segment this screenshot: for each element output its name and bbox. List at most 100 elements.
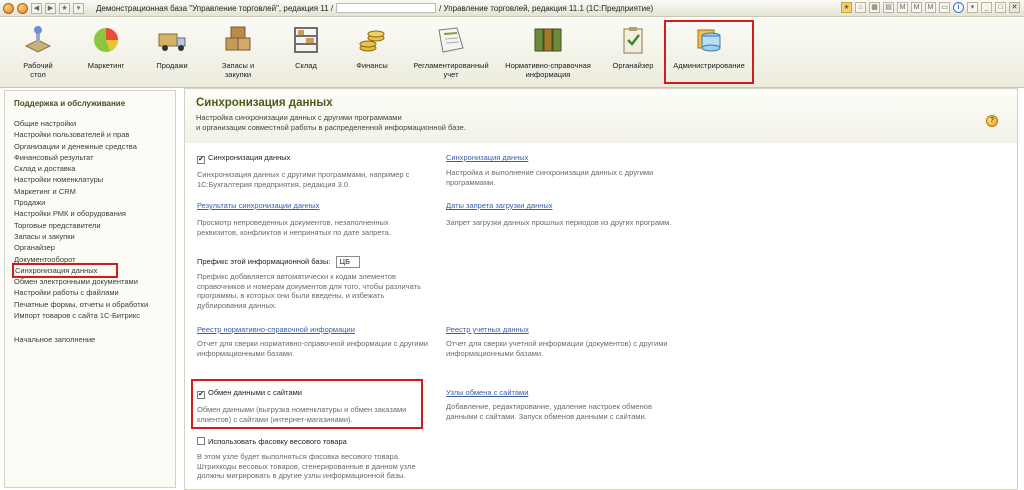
section-warehouse[interactable]: Склад: [282, 24, 330, 70]
prefix-row: Префикс этой информационной базы: ЦБ: [197, 256, 437, 268]
nav-item-data-sync[interactable]: Синхронизация данных: [12, 262, 118, 279]
window-icon[interactable]: ▭: [939, 2, 950, 13]
section-administration[interactable]: Администрирование: [664, 20, 754, 84]
minimize-icon[interactable]: _: [981, 2, 992, 13]
text-line: дублирования данных.: [197, 300, 277, 310]
forward-icon[interactable]: ▶: [45, 2, 56, 14]
prefix-description: Префикс добавляется автоматически к кода…: [197, 272, 437, 310]
text-line: Добавление, редактирование, удаление нас…: [446, 402, 652, 411]
weight-packaging-description: В этом узле будет выполняться фасовка ве…: [197, 452, 437, 481]
section-desktop[interactable]: Рабочий стол: [14, 24, 62, 79]
calendar-icon[interactable]: ▦: [869, 2, 880, 13]
nav-item-nomenclature[interactable]: Настройки номенклатуры: [14, 174, 175, 185]
text-line: информационными базами.: [197, 348, 295, 358]
nav-item-initial-fill[interactable]: Начальное заполнение: [14, 335, 175, 344]
sections-panel: Рабочий стол Маркетинг Продажи Запасы и …: [0, 18, 1024, 88]
info-icon[interactable]: i: [953, 2, 964, 13]
acc-register-block: Реестр учетных данных Отчет для сверки у…: [446, 325, 706, 358]
sync-link-description: Настройка и выполнение синхронизации дан…: [446, 168, 706, 187]
text-line: информационными базами.: [446, 348, 544, 358]
text-line: Настройка и выполнение синхронизации дан…: [446, 168, 654, 177]
sync-checkbox[interactable]: ✔: [197, 156, 205, 164]
nav-item-trade-reps[interactable]: Торговые представители: [14, 220, 175, 231]
database-icon: [693, 24, 725, 56]
section-reference-info[interactable]: Нормативно-справочная информация: [500, 24, 596, 79]
sites-exchange-checkbox[interactable]: ✔: [197, 391, 205, 399]
app-menu-icon[interactable]: [3, 2, 14, 14]
nav-list: Общие настройки Настройки пользователей …: [12, 118, 175, 321]
star-icon[interactable]: ★: [841, 2, 852, 13]
section-label: Нормативно-справочная: [505, 61, 591, 70]
dropdown-arrow-icon[interactable]: ▾: [967, 2, 978, 13]
section-sales[interactable]: Продажи: [148, 24, 196, 70]
section-label: стол: [30, 70, 46, 79]
sites-exchange-description: Обмен данными (выгрузка номенклатуры и о…: [197, 405, 423, 424]
nav-item-print-forms[interactable]: Печатные формы, отчеты и обработки: [14, 299, 175, 310]
results-block: Результаты синхронизации данных Просмотр…: [197, 201, 429, 237]
weight-checkbox-row[interactable]: Использовать фасовку весового товара: [197, 437, 437, 446]
text-line: В этом узле будет выполняться фасовка ве…: [197, 452, 400, 461]
window-title-right: / Управление торговлей, редакция 11.1 (1…: [439, 3, 654, 13]
exchange-nodes-link[interactable]: Узлы обмена с сайтами: [446, 388, 706, 397]
section-organizer[interactable]: Органайзер: [608, 24, 658, 70]
nsi-register-description: Отчет для сверки нормативно-справочной и…: [197, 339, 437, 358]
dates-description: Запрет загрузки данных прошлых периодов …: [446, 218, 706, 228]
sites-exchange-label: Обмен данными с сайтами: [208, 388, 302, 397]
section-label: Регламентированный: [413, 61, 489, 70]
nav-item-edi[interactable]: Обмен электронными документами: [14, 276, 175, 287]
sync-data-link[interactable]: Синхронизация данных: [446, 153, 706, 162]
calculator-icon[interactable]: ▤: [883, 2, 894, 13]
nav-item-organizations[interactable]: Организации и денежные средства: [14, 141, 175, 152]
sites-checkbox-row[interactable]: ✔ Обмен данными с сайтами: [197, 388, 423, 399]
m-icon[interactable]: M: [897, 2, 908, 13]
nav-item-stocks-purchases[interactable]: Запасы и закупки: [14, 231, 175, 242]
text-line: Отчет для сверки учетной информации (док…: [446, 339, 668, 348]
section-regulated-accounting[interactable]: Регламентированный учет: [406, 24, 496, 79]
weight-packaging-checkbox[interactable]: [197, 437, 205, 445]
load-ban-dates-link[interactable]: Даты запрета загрузки данных: [446, 201, 706, 210]
nsi-register-link[interactable]: Реестр нормативно-справочной информации: [197, 325, 437, 334]
text-line: Обмен данными (выгрузка номенклатуры и о…: [197, 405, 407, 414]
nav-item-organizer[interactable]: Органайзер: [14, 242, 175, 253]
section-finance[interactable]: Финансы: [348, 24, 396, 70]
m-minus-icon[interactable]: M: [925, 2, 936, 13]
sync-description: Синхронизация данных с другими программа…: [197, 170, 429, 189]
sync-checkbox-label: Синхронизация данных: [208, 153, 291, 162]
redacted-field: [336, 3, 437, 13]
nav-item-marketing-crm[interactable]: Маркетинг и CRM: [14, 186, 175, 197]
nav-item-warehouse-delivery[interactable]: Склад и доставка: [14, 163, 175, 174]
nav-item-general-settings[interactable]: Общие настройки: [14, 118, 175, 129]
back-icon[interactable]: ◀: [31, 2, 42, 14]
section-label: Администрирование: [673, 61, 745, 70]
boxes-icon: [222, 24, 254, 56]
dropdown-arrow-icon[interactable]: ▾: [73, 2, 84, 14]
sync-results-link[interactable]: Результаты синхронизации данных: [197, 201, 429, 210]
nsi-register-block: Реестр нормативно-справочной информации …: [197, 325, 437, 358]
dates-block: Даты запрета загрузки данных Запрет загр…: [446, 201, 706, 228]
sync-checkbox-row[interactable]: ✔ Синхронизация данных: [197, 153, 429, 164]
nav-item-users-rights[interactable]: Настройки пользователей и прав: [14, 129, 175, 140]
favorites-star-icon[interactable]: ★: [59, 2, 70, 14]
home-icon[interactable]: ⌂: [855, 2, 866, 13]
nav-item-bitrix-import[interactable]: Импорт товаров с сайта 1С-Битрикс: [14, 310, 175, 321]
section-label: Финансы: [356, 61, 388, 70]
nav-item-files[interactable]: Настройки работы с файлами: [14, 287, 175, 298]
section-stocks[interactable]: Запасы и закупки: [212, 24, 264, 79]
nav-item-document-flow[interactable]: Документооборот: [14, 254, 175, 265]
dropdown-menu-icon[interactable]: [17, 2, 28, 14]
section-label: информация: [525, 70, 571, 79]
nav-item-financial-result[interactable]: Финансовый результат: [14, 152, 175, 163]
prefix-input[interactable]: ЦБ: [335, 256, 360, 268]
sites-exchange-block: ✔ Обмен данными с сайтами Обмен данными (…: [197, 388, 423, 424]
maximize-icon[interactable]: □: [995, 2, 1006, 13]
help-icon[interactable]: ?: [986, 115, 998, 127]
window-title-left: Демонстрационная база "Управление торгов…: [96, 3, 334, 13]
section-marketing[interactable]: Маркетинг: [82, 24, 130, 70]
close-icon[interactable]: ✕: [1009, 2, 1020, 13]
section-label: Рабочий: [23, 61, 53, 70]
accounting-register-link[interactable]: Реестр учетных данных: [446, 325, 706, 334]
nav-item-sales[interactable]: Продажи: [14, 197, 175, 208]
m-plus-icon[interactable]: M: [911, 2, 922, 13]
nav-item-rmk-equipment[interactable]: Настройки РМК и оборудования: [14, 208, 175, 219]
sync-link-block: Синхронизация данных Настройка и выполне…: [446, 153, 706, 187]
